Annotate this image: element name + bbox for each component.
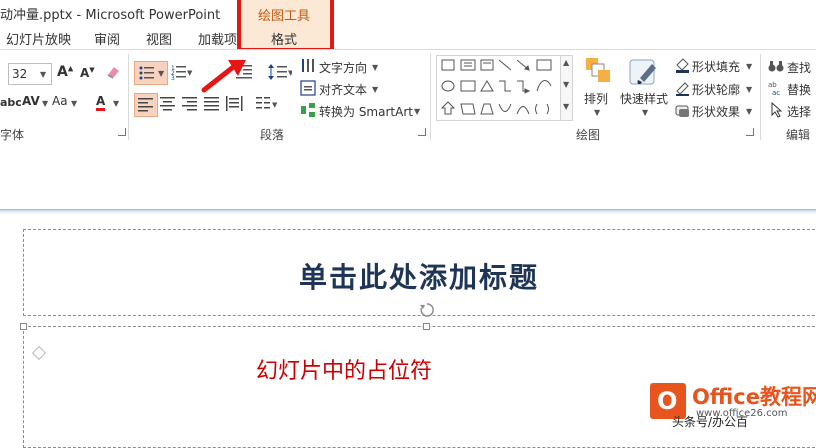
paint-bucket-icon (676, 58, 689, 73)
text-direction-button[interactable]: 文字方向 (319, 59, 367, 76)
slide-top-border (0, 209, 816, 215)
binoculars-icon (768, 61, 784, 72)
bullets-button[interactable]: ▼ (134, 61, 168, 85)
columns-icon[interactable]: ▼ (256, 97, 280, 111)
shapes-gallery-icons[interactable] (437, 56, 560, 118)
gallery-expand-icon[interactable]: ▼ (563, 102, 569, 111)
quick-styles-icon[interactable] (628, 56, 660, 88)
drawing-group-label: 绘图 (576, 128, 601, 142)
tab-addins[interactable]: 加载项 (198, 29, 237, 48)
chevron-down-icon: ▼ (746, 62, 753, 71)
bold-strike-icon[interactable]: abc (0, 96, 22, 109)
select-button[interactable]: 选择 (787, 103, 811, 120)
cursor-icon (771, 102, 783, 118)
font-grow-icon[interactable]: A▲ (57, 64, 73, 80)
clear-format-icon[interactable] (106, 65, 120, 79)
quick-styles-button[interactable]: 快速样式 (620, 90, 668, 107)
chevron-down-icon: ▼ (372, 63, 379, 72)
chevron-down-icon: ▼ (71, 99, 78, 108)
svg-text:3: 3 (171, 75, 175, 80)
find-button[interactable]: 查找 (787, 59, 811, 76)
resize-handle[interactable] (423, 323, 430, 330)
align-text-icon (300, 80, 316, 96)
align-right-icon[interactable] (182, 97, 198, 111)
replace-icon: abac (768, 81, 780, 96)
rotate-handle-icon[interactable] (419, 302, 435, 318)
convert-smartart-button[interactable]: 转换为 SmartArt (319, 103, 413, 120)
dialog-launcher-icon[interactable] (746, 128, 754, 136)
paragraph-group-label: 段落 (260, 128, 285, 142)
chevron-down-icon: ▼ (414, 107, 421, 116)
align-center-icon[interactable] (160, 97, 176, 111)
chevron-down-icon: ▼ (372, 85, 379, 94)
shape-effects-icon (675, 105, 689, 117)
replace-button[interactable]: 替换 (787, 81, 811, 98)
dialog-launcher-icon[interactable] (418, 128, 426, 136)
svg-text:ab: ab (768, 81, 777, 89)
tab-view[interactable]: 视图 (146, 29, 172, 48)
svg-text:▼: ▼ (288, 69, 292, 77)
font-group-label: 字体 (0, 128, 25, 142)
chevron-down-icon: ▼ (158, 69, 165, 78)
red-arrow-icon (201, 60, 246, 93)
shape-fill-button[interactable]: 形状填充 (692, 58, 740, 75)
chevron-down-icon: ▼ (40, 70, 47, 79)
chevron-down-icon: ▼ (42, 99, 49, 108)
chevron-down-icon[interactable]: ▼ (563, 80, 569, 89)
resize-handle[interactable] (20, 323, 27, 330)
chevron-down-icon: ▼ (594, 108, 601, 117)
align-left-button[interactable] (134, 93, 158, 117)
svg-text:▼: ▼ (272, 101, 278, 109)
chevron-down-icon: ▼ (642, 108, 649, 117)
watermark-brand: Office教程网 (692, 385, 816, 409)
line-spacing-icon[interactable]: ▼ (268, 63, 294, 81)
font-size-value: 32 (12, 67, 28, 81)
svg-text:▼: ▼ (187, 69, 193, 77)
tab-review[interactable]: 审阅 (94, 29, 120, 48)
chevron-up-icon[interactable]: ▲ (563, 58, 569, 67)
svg-text:ac: ac (772, 89, 780, 96)
change-case-button[interactable]: Aa (52, 94, 68, 108)
body-text: 幻灯片中的占位符 (256, 359, 433, 384)
text-direction-icon (302, 59, 314, 72)
align-left-icon (138, 98, 153, 112)
title-placeholder-text: 单击此处添加标题 (298, 261, 539, 294)
justify-icon[interactable] (204, 97, 220, 111)
font-color-button[interactable]: A (96, 94, 106, 111)
office-logo-glyph: O (657, 387, 678, 415)
font-size-box[interactable]: 32 ▼ (8, 63, 52, 85)
align-text-button[interactable]: 对齐文本 (319, 81, 367, 98)
dialog-launcher-icon[interactable] (118, 128, 126, 136)
pen-outline-icon (676, 82, 689, 96)
arrange-button[interactable]: 排列 (584, 90, 608, 107)
shape-effects-button[interactable]: 形状效果 (692, 103, 740, 120)
editing-group-label: 编辑 (786, 128, 811, 142)
tab-slideshow[interactable]: 幻灯片放映 (6, 29, 71, 48)
bullets-icon (139, 66, 154, 80)
group-divider (760, 54, 761, 140)
highlight-box (237, 0, 334, 52)
gallery-scroll[interactable]: ▲ ▼ ▼ (560, 56, 572, 120)
shapes-gallery[interactable]: ▲ ▼ ▼ (436, 55, 573, 121)
char-spacing-button[interactable]: AV (22, 94, 40, 108)
font-shrink-icon[interactable]: A▼ (80, 66, 95, 80)
chevron-down-icon: ▼ (746, 85, 753, 94)
watermark-corner: 头条号/办公百 (672, 415, 749, 429)
group-divider (128, 54, 129, 140)
arrange-icon[interactable] (584, 56, 612, 86)
watermark: O Office教程网 www.office26.com 头条号/办公百 (650, 379, 816, 430)
chevron-down-icon: ▼ (746, 107, 753, 116)
shape-outline-button[interactable]: 形状轮廓 (692, 81, 740, 98)
group-divider (430, 54, 431, 140)
distributed-icon[interactable] (226, 96, 244, 112)
numbering-icon[interactable]: 1 2 3 ▼ (171, 64, 193, 82)
chevron-down-icon: ▼ (113, 99, 120, 108)
window-title: 动冲量.pptx - Microsoft PowerPoint (0, 8, 221, 23)
smartart-icon (301, 103, 315, 117)
